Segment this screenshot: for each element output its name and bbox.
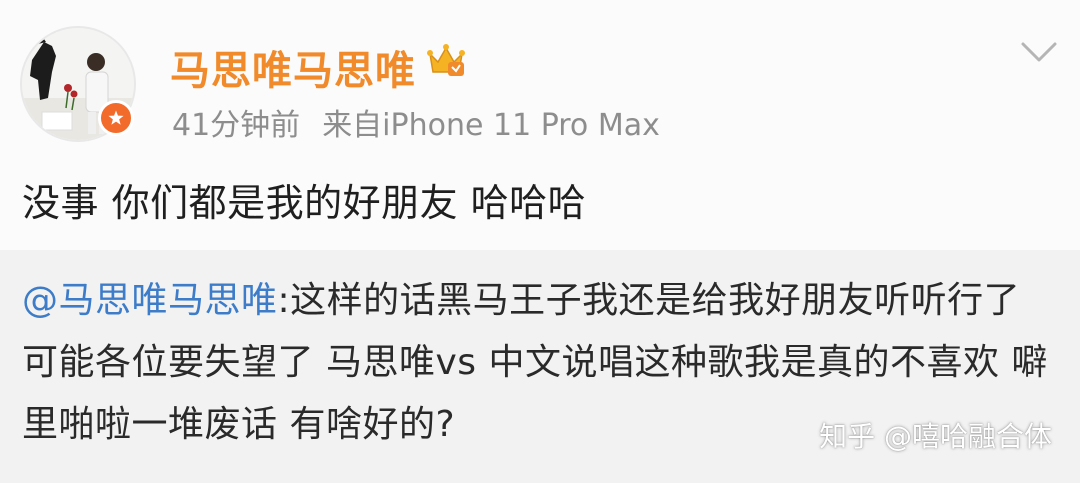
chevron-down-icon[interactable] — [1020, 40, 1058, 66]
vip-crown-icon[interactable] — [426, 42, 466, 78]
verified-star-icon — [98, 100, 134, 136]
weibo-post-card: 马思唯马思唯 41分钟前 来自iPhone 11 Pro Max 没事 你们都是我… — [0, 0, 1080, 483]
post-source: 来自iPhone 11 Pro Max — [322, 108, 660, 143]
watermark: 知乎 @嘻哈融合体 — [819, 420, 1052, 453]
mention-link[interactable]: @马思唯马思唯 — [22, 280, 278, 321]
username[interactable]: 马思唯马思唯 — [170, 38, 416, 96]
post-time: 41分钟前 — [172, 108, 301, 143]
post-meta: 41分钟前 来自iPhone 11 Pro Max — [172, 100, 660, 144]
post-content: 没事 你们都是我的好朋友 哈哈哈 — [22, 181, 587, 225]
avatar-container[interactable] — [20, 26, 136, 142]
reposted-block[interactable]: @马思唯马思唯:这样的话黑马王子我还是给我好朋友听听行了 可能各位要失望了 马思… — [0, 250, 1080, 483]
